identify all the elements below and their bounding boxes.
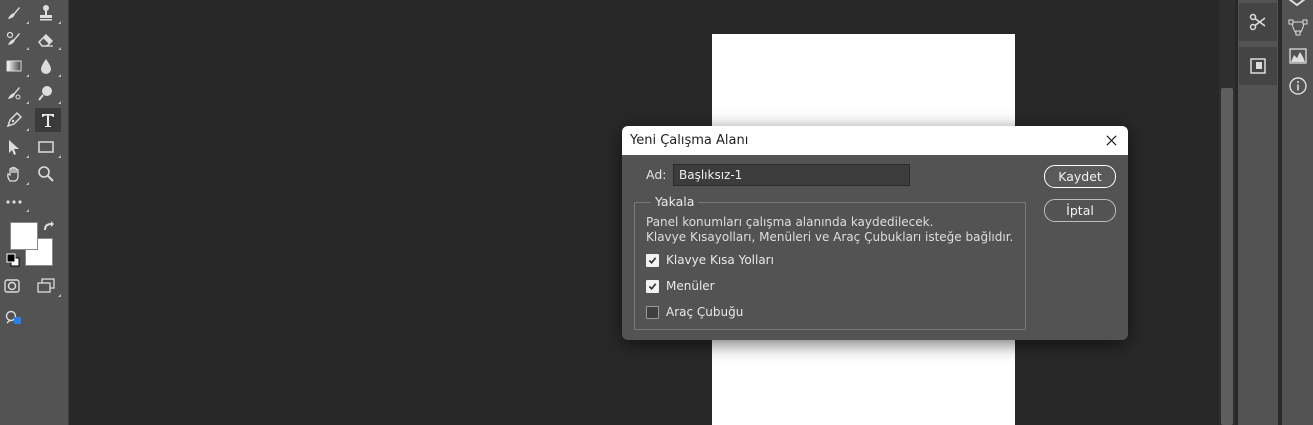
zoom-icon[interactable]	[35, 163, 57, 185]
layer-comps-icon[interactable]	[1239, 47, 1277, 85]
toolbar-label: Araç Çubuğu	[666, 305, 744, 319]
toolbar-option[interactable]: Araç Çubuğu	[646, 305, 743, 319]
default-colors-icon[interactable]	[6, 253, 20, 267]
save-button[interactable]: Kaydet	[1044, 165, 1116, 188]
history-brush-icon[interactable]	[3, 28, 29, 50]
menus-option[interactable]: Menüler	[646, 279, 715, 293]
quick-mask-icon[interactable]	[1, 275, 23, 297]
menus-checkbox[interactable]	[646, 279, 659, 293]
capture-description: Panel konumları çalışma alanında kaydedi…	[646, 215, 1026, 245]
paths-icon[interactable]	[1287, 16, 1309, 38]
gradient-icon[interactable]	[3, 55, 29, 77]
swap-colors-icon[interactable]	[40, 218, 56, 234]
panel-dock-icons	[1238, 0, 1278, 425]
menus-label: Menüler	[666, 279, 715, 293]
layers-icon[interactable]	[1287, 0, 1307, 8]
blur-icon[interactable]	[35, 55, 61, 77]
screen-mode-icon[interactable]	[35, 275, 61, 297]
name-label: Ad:	[646, 167, 667, 182]
keyboard-shortcuts-option[interactable]: Klavye Kısa Yolları	[646, 253, 774, 267]
tools-panel	[0, 0, 69, 425]
description-line-2: Klavye Kısayolları, Menüleri ve Araç Çub…	[646, 230, 1014, 244]
dialog-title: Yeni Çalışma Alanı	[630, 133, 749, 148]
keyboard-shortcuts-label: Klavye Kısa Yolları	[666, 253, 774, 267]
close-icon[interactable]	[1102, 131, 1120, 149]
rectangle-icon[interactable]	[35, 136, 61, 158]
scissors-icon[interactable]	[1239, 3, 1277, 41]
info-icon[interactable]	[1287, 75, 1309, 97]
keyboard-shortcuts-checkbox[interactable]	[646, 253, 659, 267]
histogram-icon[interactable]	[1287, 45, 1309, 67]
clone-stamp-icon[interactable]	[35, 2, 61, 24]
panel-dock-icons-secondary	[1282, 0, 1313, 425]
hand-icon[interactable]	[3, 163, 29, 185]
more-tools-icon[interactable]	[3, 190, 29, 212]
toolbar-checkbox[interactable]	[646, 305, 659, 319]
eraser-icon[interactable]	[35, 28, 61, 50]
foreground-color-swatch[interactable]	[10, 222, 38, 250]
spot-healing-icon[interactable]	[3, 82, 29, 104]
description-line-1: Panel konumları çalışma alanında kaydedi…	[646, 215, 934, 229]
name-input[interactable]	[673, 164, 910, 186]
capture-group-legend: Yakala	[651, 194, 699, 209]
scrollbar-thumb[interactable]	[1221, 88, 1233, 425]
brush-tool-icon[interactable]	[3, 2, 29, 24]
vertical-scrollbar[interactable]	[1219, 0, 1235, 425]
dialog-title-bar: Yeni Çalışma Alanı	[622, 126, 1128, 155]
pen-icon[interactable]	[3, 109, 29, 131]
new-workspace-dialog: Yeni Çalışma Alanı Ad: Kaydet İptal Yaka…	[622, 126, 1128, 340]
capture-group: Yakala Panel konumları çalışma alanında …	[634, 194, 1026, 330]
path-selection-icon[interactable]	[3, 136, 29, 158]
share-icon[interactable]	[3, 306, 25, 328]
dodge-icon[interactable]	[35, 82, 61, 104]
cancel-button[interactable]: İptal	[1044, 199, 1116, 222]
type-tool-icon[interactable]	[35, 108, 61, 132]
